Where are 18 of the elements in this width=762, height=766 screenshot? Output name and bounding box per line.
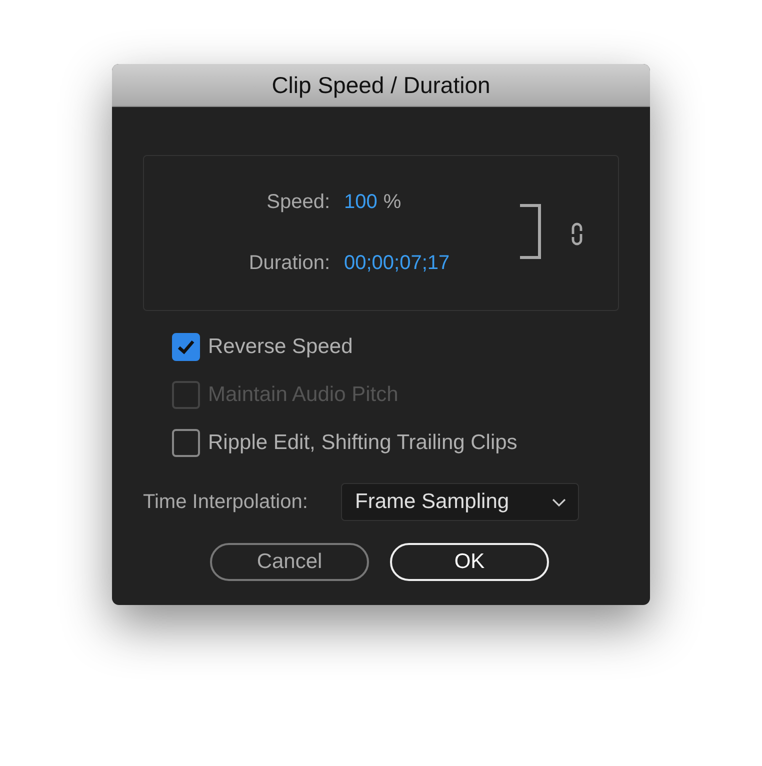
cancel-button[interactable]: Cancel <box>210 543 369 581</box>
window-title: Clip Speed / Duration <box>272 72 490 98</box>
checkmark-icon <box>177 339 195 355</box>
bracket-icon <box>520 204 542 259</box>
field-label: Duration: <box>248 252 330 275</box>
field-label: Speed: <box>266 191 330 214</box>
value-field[interactable]: 100 <box>344 191 378 214</box>
chevron-down-icon <box>552 498 566 506</box>
field-label: Time Interpolation: <box>143 490 309 514</box>
checkbox[interactable] <box>172 333 200 361</box>
chain-link-icon[interactable] <box>570 221 584 247</box>
unit-label: % <box>383 191 402 214</box>
dropdown[interactable]: Frame Sampling <box>341 483 579 521</box>
value-field[interactable]: 00;00;07;17 <box>344 252 450 275</box>
ok-button[interactable]: OK <box>390 543 549 581</box>
checkbox[interactable] <box>172 429 200 457</box>
checkbox-label[interactable]: Reverse Speed <box>208 335 353 359</box>
checkbox-label[interactable]: Ripple Edit, Shifting Trailing Clips <box>208 431 518 455</box>
